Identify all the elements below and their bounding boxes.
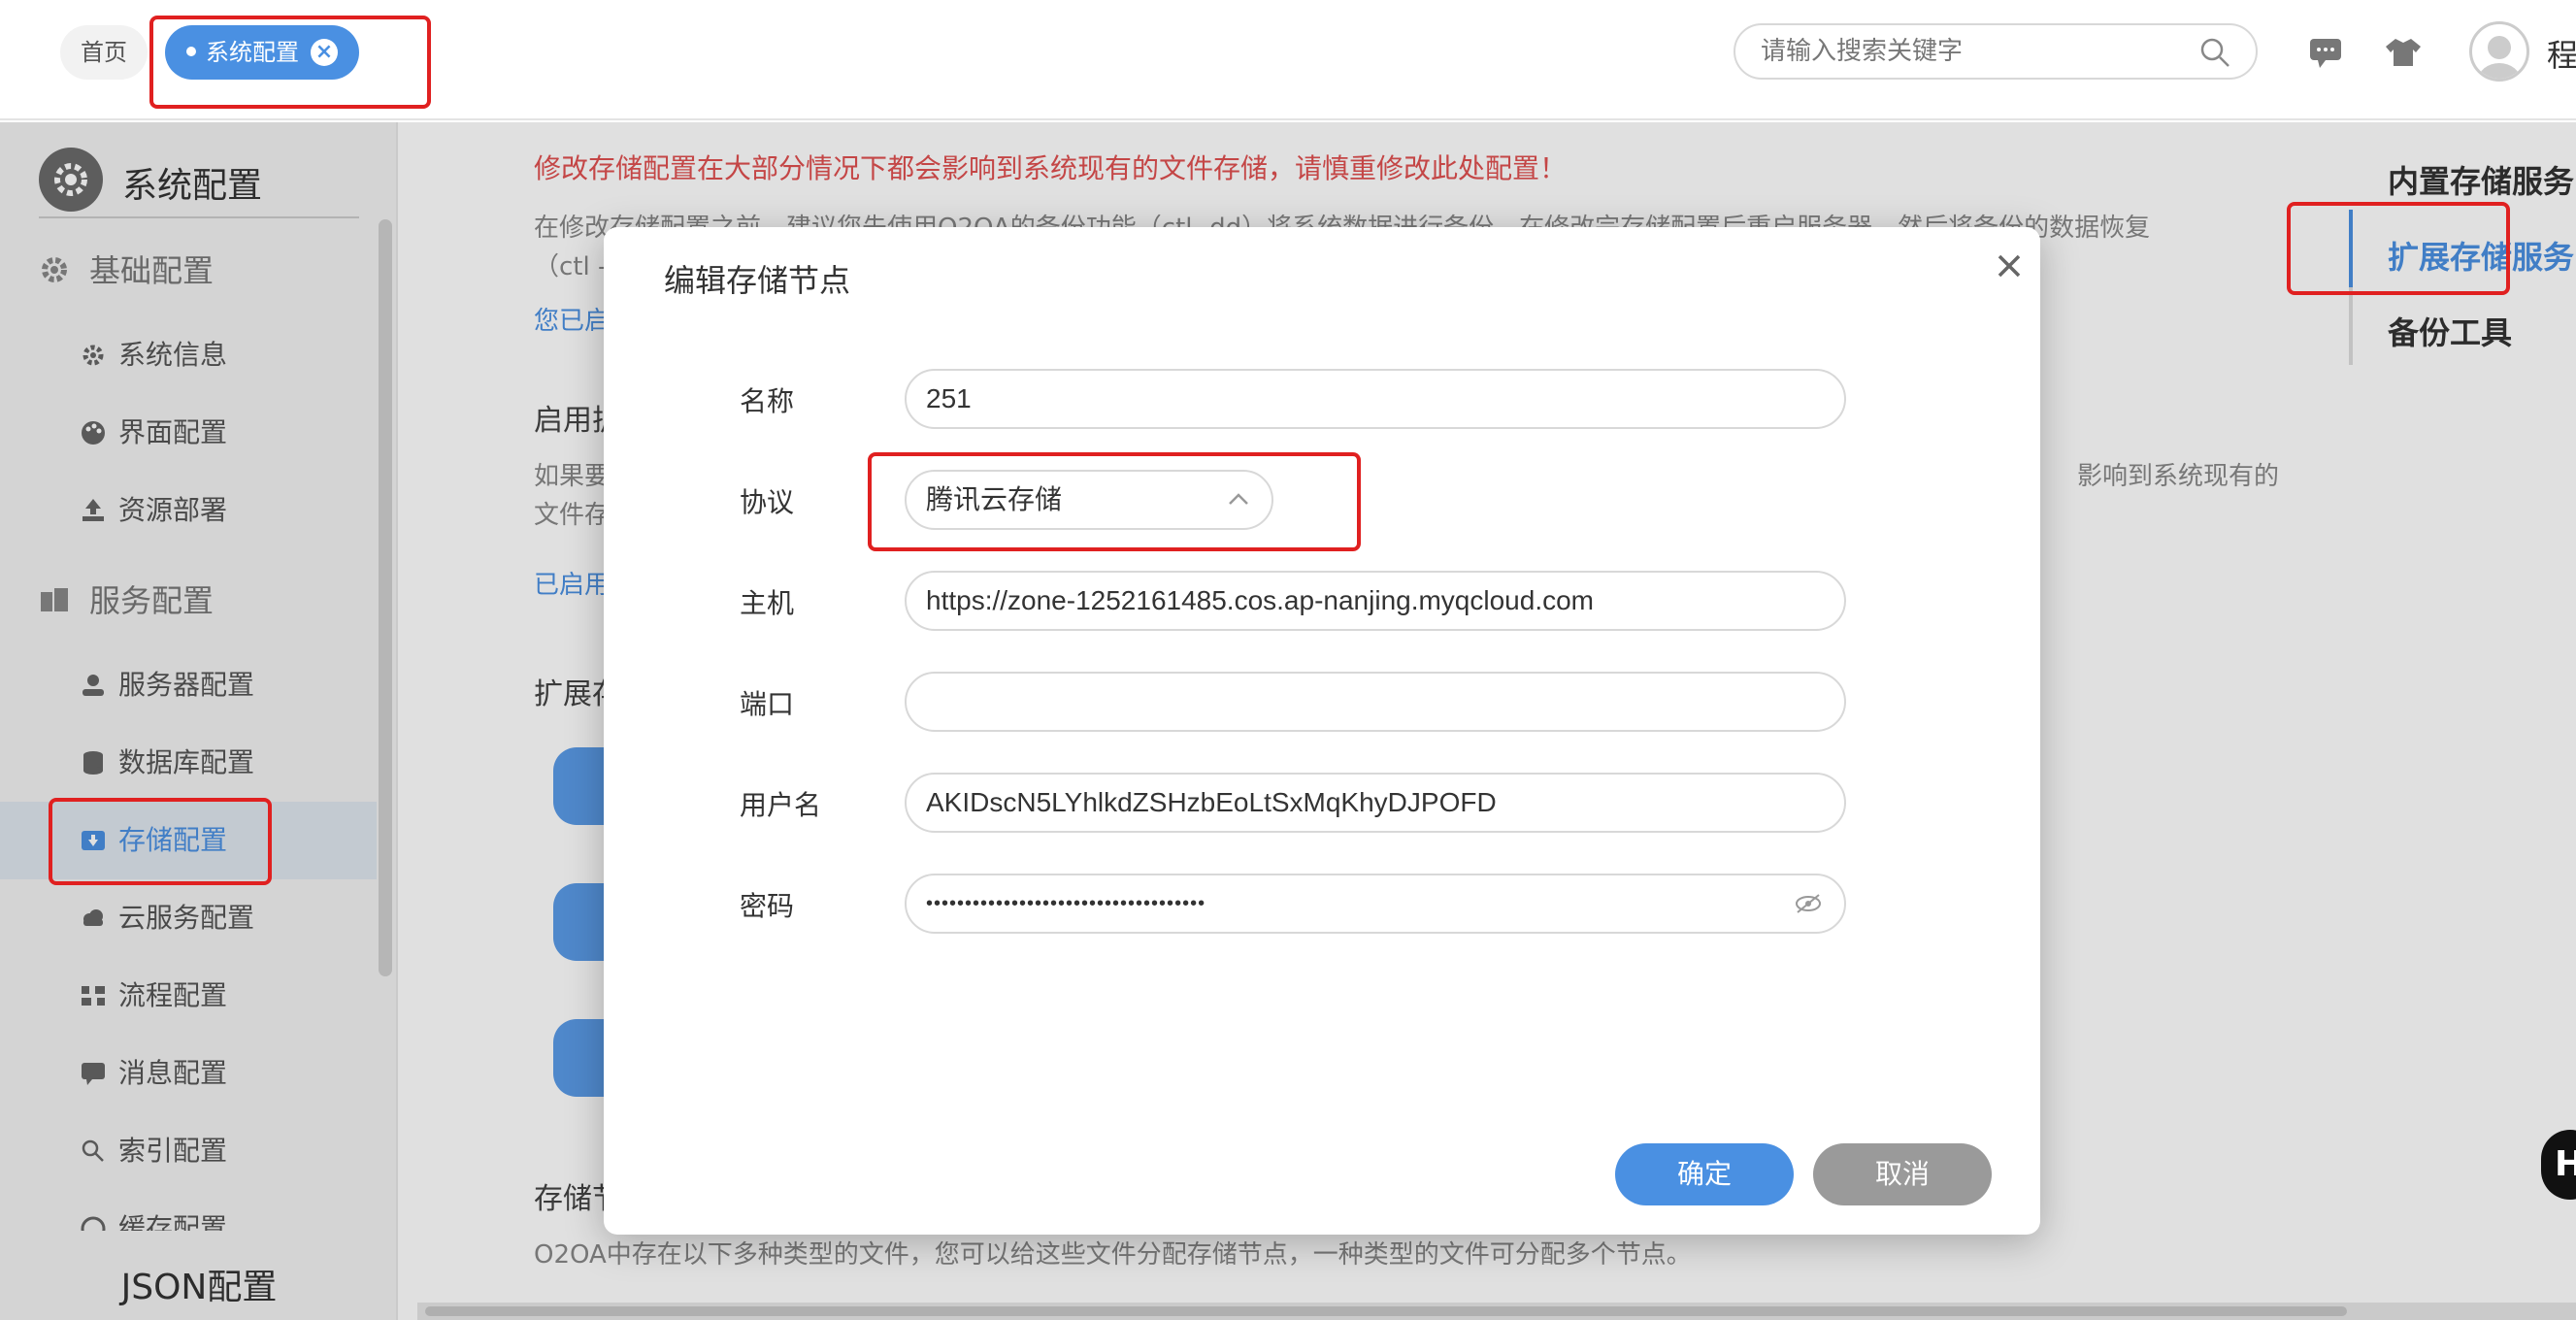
host-label: 主机 [740, 587, 795, 619]
tab-home[interactable]: 首页 [60, 25, 148, 80]
password-label: 密码 [740, 890, 795, 922]
highlight-box [49, 798, 272, 885]
app-root: 首页 系统配置 × 请输入搜索关键字 程 系统配置 基础配置 系统信息 界面配置… [0, 0, 2576, 1320]
confirm-button[interactable]: 确定 [1615, 1143, 1794, 1205]
port-label: 端口 [740, 688, 795, 720]
username-field[interactable]: AKIDscN5LYhlkdZSHzbEoLtSxMqKhyDJPOFD [905, 773, 1846, 833]
username-label: 用户名 [740, 789, 822, 821]
search-placeholder: 请输入搜索关键字 [1761, 37, 1964, 66]
close-icon[interactable] [1992, 248, 2027, 283]
protocol-label: 协议 [740, 486, 795, 518]
user-name[interactable]: 程 [2547, 31, 2576, 76]
cancel-button[interactable]: 取消 [1813, 1143, 1992, 1205]
host-field[interactable]: https://zone-1252161485.cos.ap-nanjing.m… [905, 571, 1846, 631]
user-avatar-icon [2478, 36, 2521, 79]
avatar[interactable] [2469, 21, 2529, 82]
highlight-box [868, 452, 1361, 551]
search-icon[interactable] [2199, 37, 2230, 68]
highlight-box [149, 16, 431, 109]
eye-hidden-icon[interactable] [1794, 891, 1823, 916]
port-field[interactable] [905, 672, 1846, 732]
edit-storage-node-dialog: 编辑存储节点 名称 251 协议 腾讯云存储 主机 https://zone-1… [604, 227, 2040, 1235]
skin-shirt-icon[interactable] [2384, 33, 2423, 72]
message-icon[interactable] [2306, 33, 2345, 72]
password-value: •••••••••••••••••••••••••••••••••••• [926, 893, 1206, 914]
highlight-box [2287, 202, 2510, 295]
password-field[interactable]: •••••••••••••••••••••••••••••••••••• [905, 874, 1846, 934]
dialog-title: 编辑存储节点 [664, 262, 851, 299]
search-input[interactable]: 请输入搜索关键字 [1734, 23, 2258, 80]
name-label: 名称 [740, 385, 795, 417]
name-field[interactable]: 251 [905, 369, 1846, 429]
